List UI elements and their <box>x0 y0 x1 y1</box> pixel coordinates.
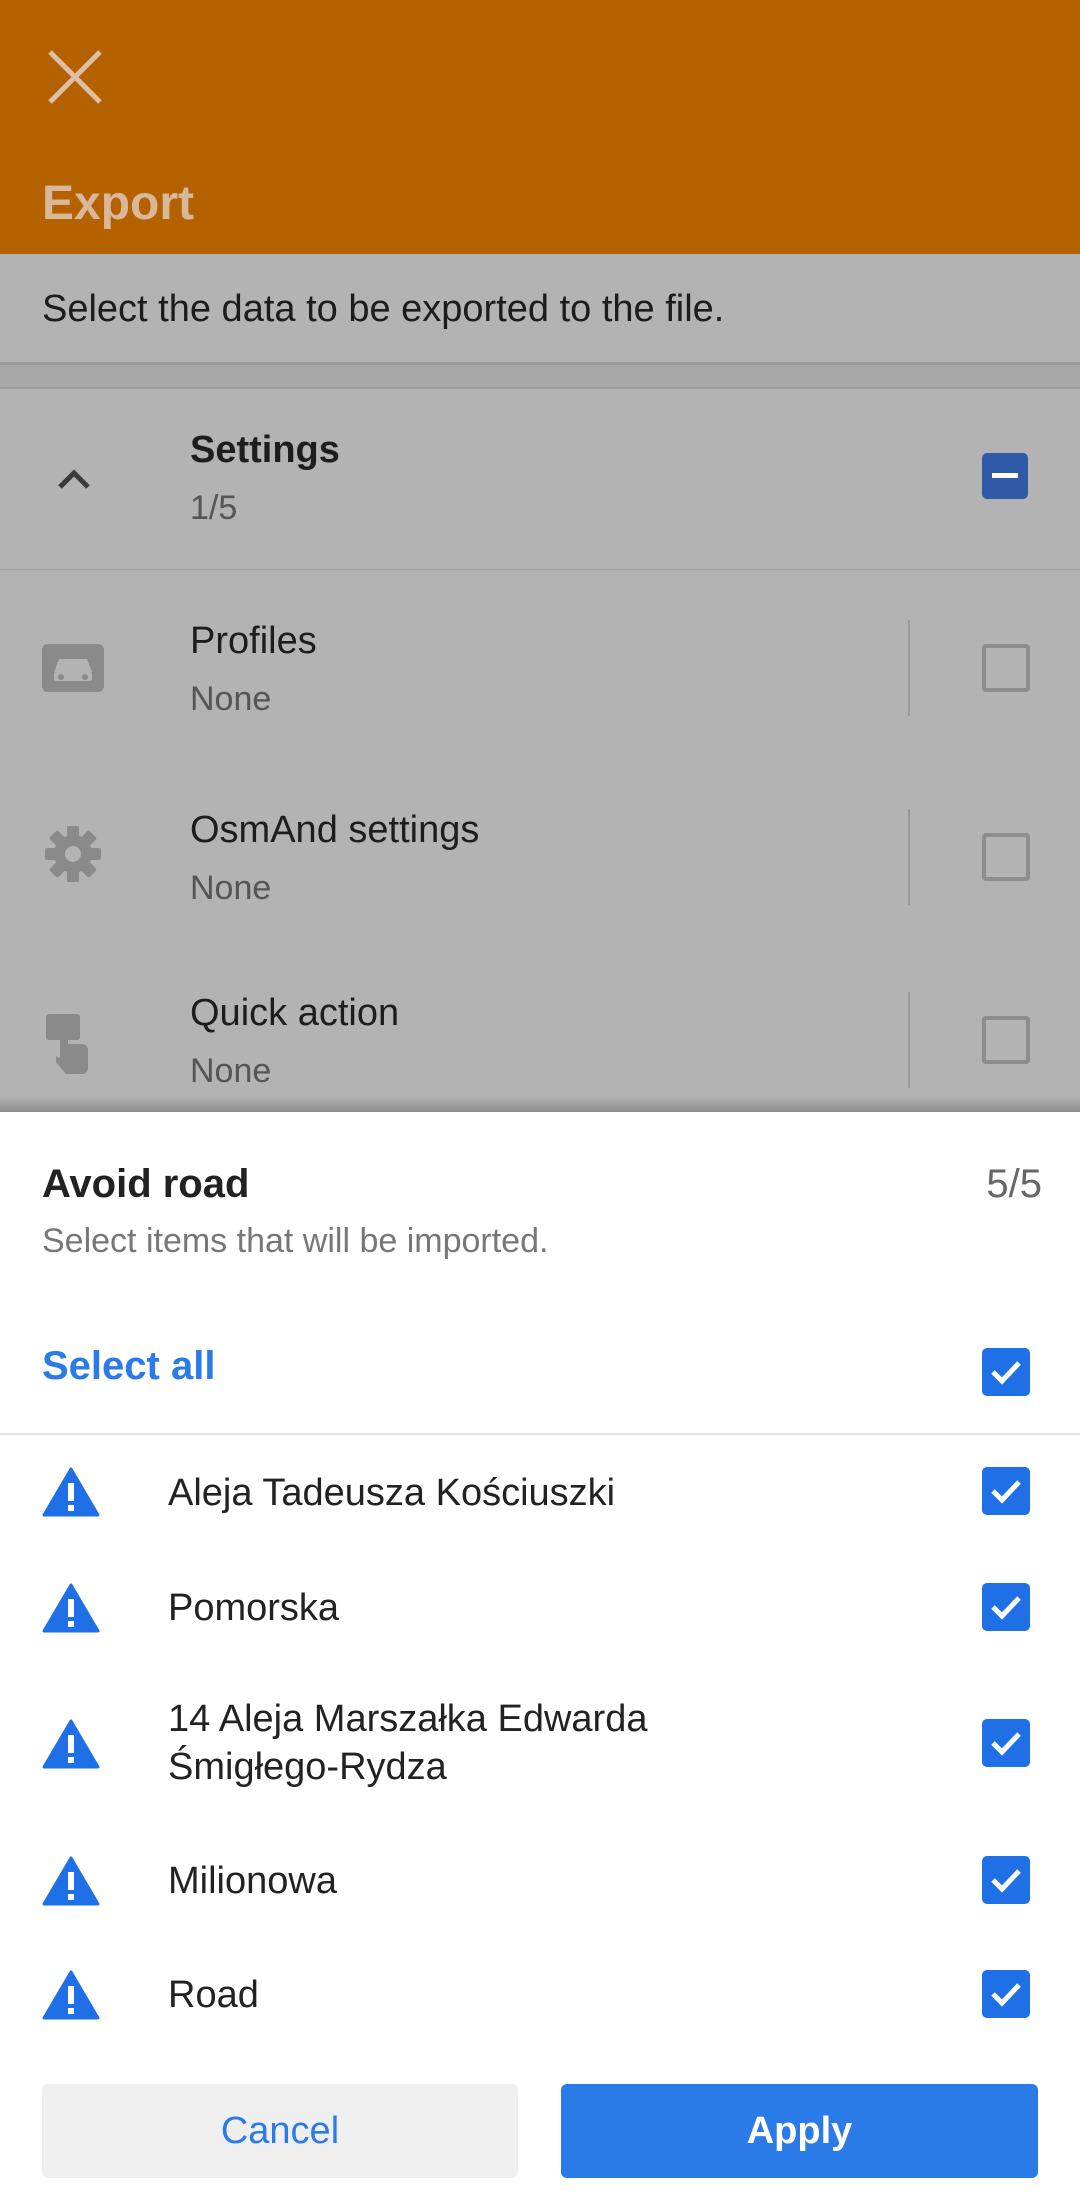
checkmark-icon <box>991 1480 1021 1504</box>
list-item-quick-action[interactable]: Quick action None <box>0 948 1080 1112</box>
road-name: Aleja Tadeusza Kościuszki <box>168 1472 616 1514</box>
list-item-profiles[interactable]: Profiles None <box>0 570 1080 759</box>
road-checkbox[interactable] <box>982 1970 1030 2018</box>
road-checkbox[interactable] <box>982 1856 1030 1904</box>
checkmark-icon <box>991 1983 1021 2007</box>
item-checkbox[interactable] <box>982 644 1030 692</box>
chevron-up-icon <box>58 469 90 489</box>
checkmark-icon <box>991 1361 1021 1385</box>
app-bar: Export <box>0 0 1080 254</box>
checkmark-icon <box>991 1732 1021 1756</box>
list-item[interactable]: Aleja Tadeusza Kościuszki <box>0 1435 1080 1550</box>
select-all-label[interactable]: Select all <box>42 1344 215 1389</box>
vertical-divider <box>908 809 910 905</box>
close-icon <box>48 50 102 104</box>
item-title: Quick action <box>190 992 400 1034</box>
close-button[interactable] <box>42 44 108 110</box>
road-checkbox[interactable] <box>982 1583 1030 1631</box>
warning-icon <box>42 1970 100 2020</box>
list-item[interactable]: Pomorska <box>0 1550 1080 1665</box>
car-icon <box>42 644 104 692</box>
export-description-row: Select the data to be exported to the fi… <box>0 254 1080 365</box>
warning-icon <box>42 1467 100 1517</box>
item-subtitle: None <box>190 680 272 718</box>
warning-icon <box>42 1719 100 1769</box>
export-description: Select the data to be exported to the fi… <box>42 288 725 330</box>
sheet-title: Avoid road <box>42 1162 250 1206</box>
avoid-road-bottom-sheet: Avoid road 5/5 Select items that will be… <box>0 1112 1080 2212</box>
sheet-subtitle: Select items that will be imported. <box>42 1222 549 1260</box>
page-title: Export <box>42 177 195 230</box>
warning-icon <box>42 1856 100 1906</box>
group-count: 1/5 <box>190 489 238 527</box>
warning-icon <box>42 1583 100 1633</box>
road-name: Milionowa <box>168 1860 337 1902</box>
item-title: OsmAnd settings <box>190 809 480 851</box>
group-checkbox[interactable] <box>982 453 1028 499</box>
select-all-checkbox[interactable] <box>982 1348 1030 1396</box>
apply-button[interactable]: Apply <box>561 2084 1038 2178</box>
list-item-osmand-settings[interactable]: OsmAnd settings None <box>0 759 1080 948</box>
selected-count: 5/5 <box>986 1162 1042 1206</box>
list-item[interactable]: Road <box>0 1938 1080 2053</box>
gear-icon <box>45 826 101 882</box>
touch-icon <box>46 1014 88 1074</box>
item-title: Profiles <box>190 620 317 662</box>
road-checkbox[interactable] <box>982 1719 1030 1767</box>
checkmark-icon <box>991 1596 1021 1620</box>
group-title: Settings <box>190 429 340 471</box>
vertical-divider <box>908 620 910 716</box>
road-name: Pomorska <box>168 1587 340 1629</box>
cancel-button[interactable]: Cancel <box>42 2084 518 2178</box>
road-name: 14 Aleja Marszałka Edwarda Śmigłego-Rydz… <box>168 1698 648 1788</box>
road-name: Road <box>168 1974 259 2016</box>
vertical-divider <box>908 992 910 1088</box>
checkmark-icon <box>991 1869 1021 1893</box>
section-divider <box>0 365 1080 389</box>
item-checkbox[interactable] <box>982 833 1030 881</box>
item-subtitle: None <box>190 1052 272 1090</box>
sheet-shadow <box>0 1096 1080 1112</box>
list-item[interactable]: Milionowa <box>0 1823 1080 1938</box>
item-checkbox[interactable] <box>982 1016 1030 1064</box>
settings-group-header[interactable]: Settings 1/5 <box>0 389 1080 571</box>
list-item[interactable]: 14 Aleja Marszałka Edwarda Śmigłego-Rydz… <box>0 1665 1080 1823</box>
item-subtitle: None <box>190 869 272 907</box>
road-checkbox[interactable] <box>982 1467 1030 1515</box>
export-screen-background: Export Select the data to be exported to… <box>0 0 1080 1112</box>
